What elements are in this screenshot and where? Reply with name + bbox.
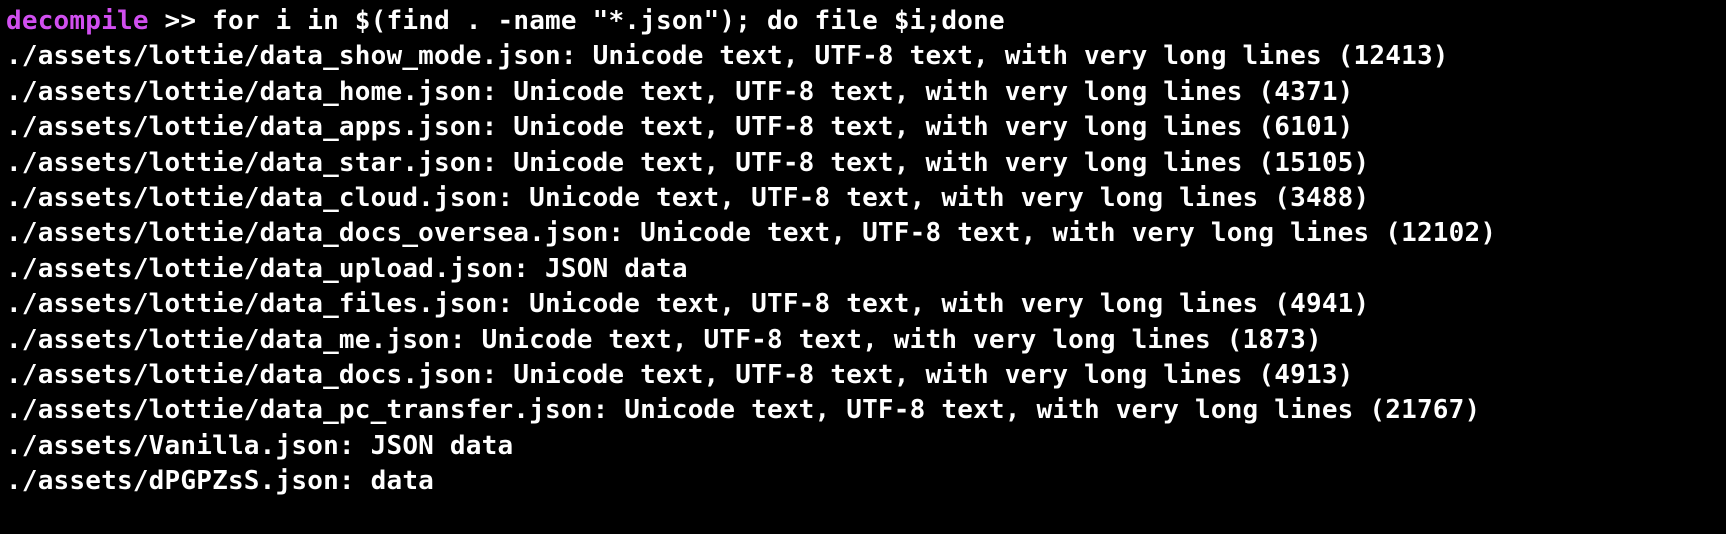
terminal-output[interactable]: decompile >> for i in $(find . -name "*.… (0, 0, 1726, 500)
output-line: ./assets/lottie/data_star.json: Unicode … (6, 146, 1720, 181)
output-line: ./assets/lottie/data_me.json: Unicode te… (6, 323, 1720, 358)
output-line: ./assets/dPGPZsS.json: data (6, 464, 1720, 499)
output-line: ./assets/lottie/data_pc_transfer.json: U… (6, 393, 1720, 428)
output-line: ./assets/Vanilla.json: JSON data (6, 429, 1720, 464)
output-line: ./assets/lottie/data_show_mode.json: Uni… (6, 39, 1720, 74)
command-text: for i in $(find . -name "*.json"); do fi… (212, 6, 1005, 36)
output-line: ./assets/lottie/data_files.json: Unicode… (6, 287, 1720, 322)
output-line: ./assets/lottie/data_upload.json: JSON d… (6, 252, 1720, 287)
output-line: ./assets/lottie/data_apps.json: Unicode … (6, 110, 1720, 145)
prompt-host: decompile (6, 6, 149, 36)
output-line: ./assets/lottie/data_home.json: Unicode … (6, 75, 1720, 110)
output-line: ./assets/lottie/data_docs.json: Unicode … (6, 358, 1720, 393)
prompt-arrows: >> (165, 6, 197, 36)
output-line: ./assets/lottie/data_docs_oversea.json: … (6, 216, 1720, 251)
prompt-line[interactable]: decompile >> for i in $(find . -name "*.… (6, 4, 1720, 39)
output-line: ./assets/lottie/data_cloud.json: Unicode… (6, 181, 1720, 216)
